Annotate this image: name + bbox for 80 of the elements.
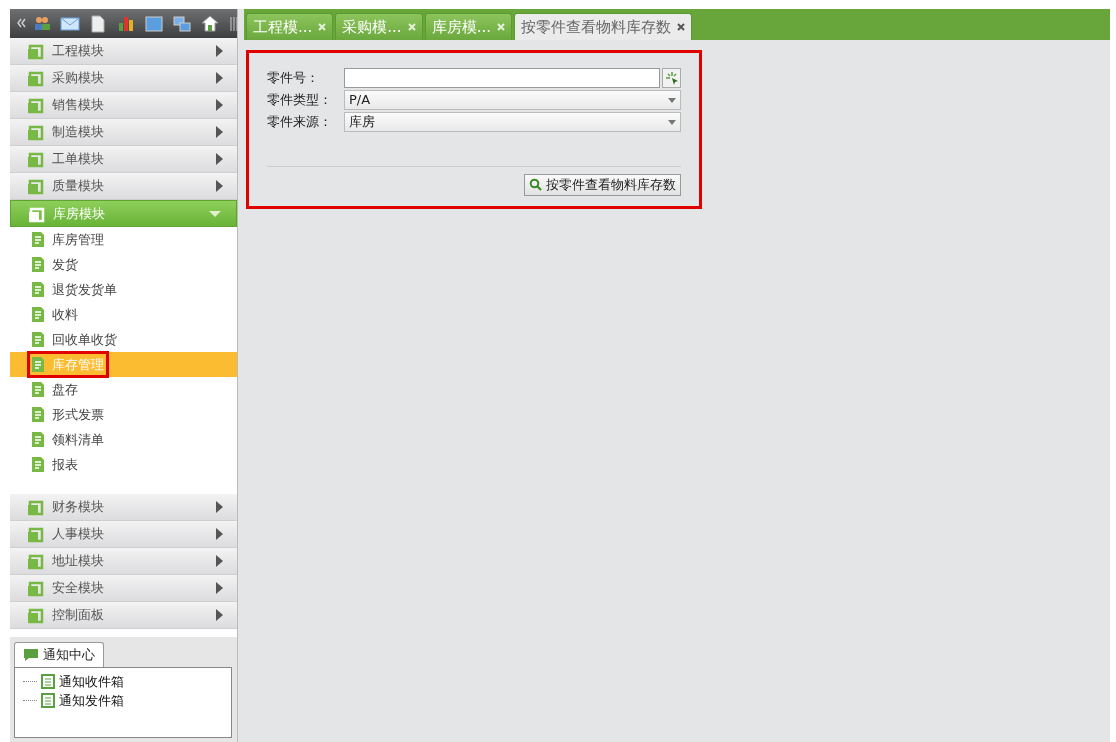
- module-icon: [26, 123, 44, 141]
- page-icon: [30, 406, 46, 423]
- module-icon: [26, 552, 44, 570]
- module-icon: [26, 150, 44, 168]
- module-icon: [26, 177, 44, 195]
- page-icon: [30, 431, 46, 448]
- home-icon: [200, 13, 220, 34]
- picker-button[interactable]: [662, 68, 681, 88]
- field-label: 零件号：: [267, 69, 320, 88]
- field-label: 零件类型：: [267, 91, 333, 110]
- sidebar-item[interactable]: 回收单收货: [10, 327, 237, 352]
- expand-arrow-icon: [216, 582, 223, 594]
- dropdown-caret-icon: [668, 97, 676, 103]
- module-header[interactable]: 地址模块: [10, 548, 237, 575]
- expand-arrow-icon: [216, 126, 223, 138]
- document-icon: [88, 13, 108, 34]
- expand-arrow-icon: [216, 72, 223, 84]
- close-icon: [676, 23, 685, 31]
- module-icon: [26, 69, 44, 87]
- input-field[interactable]: [344, 68, 660, 88]
- expand-arrow-icon: [216, 555, 223, 567]
- notification-folder[interactable]: 通知收件箱: [23, 671, 223, 691]
- module-header[interactable]: 人事模块: [10, 521, 237, 548]
- module-header[interactable]: 财务模块: [10, 494, 237, 521]
- speech-bubble-icon: [23, 647, 39, 662]
- windows-icon: [172, 13, 192, 34]
- module-header[interactable]: 质量模块: [10, 173, 237, 200]
- module-header[interactable]: 工单模块: [10, 146, 237, 173]
- expand-arrow-icon: [216, 153, 223, 165]
- expand-arrow-icon: [216, 609, 223, 621]
- sidebar-item[interactable]: 盘存: [10, 377, 237, 402]
- dropdown-caret-icon: [668, 119, 676, 125]
- close-icon: [496, 23, 505, 31]
- field-label: 零件来源：: [267, 113, 333, 132]
- expand-arrow-icon: [216, 99, 223, 111]
- cursor-icon: [664, 71, 679, 85]
- close-icon: [407, 23, 416, 31]
- page-icon: [30, 281, 46, 298]
- collapse-arrow-icon: [208, 209, 222, 218]
- sidebar-item[interactable]: 领料清单: [10, 427, 237, 452]
- page-icon: [41, 692, 55, 708]
- module-header[interactable]: 销售模块: [10, 92, 237, 119]
- page-icon: [30, 456, 46, 473]
- search-icon: [529, 178, 542, 192]
- sidebar-item[interactable]: 报表: [10, 452, 237, 477]
- tab[interactable]: 按零件查看物料库存数: [513, 13, 692, 40]
- page-icon: [30, 381, 46, 398]
- module-icon: [26, 96, 44, 114]
- module-header[interactable]: 安全模块: [10, 575, 237, 602]
- dropdown-field[interactable]: P/A: [344, 90, 681, 110]
- page-icon: [30, 331, 46, 348]
- page-icon: [30, 256, 46, 273]
- sidebar-item[interactable]: 库房管理: [10, 227, 237, 252]
- sidebar-item[interactable]: 收料: [10, 302, 237, 327]
- notification-folder[interactable]: 通知发件箱: [23, 690, 223, 710]
- close-icon: [318, 23, 327, 31]
- module-header[interactable]: 制造模块: [10, 119, 237, 146]
- notification-tab[interactable]: 通知中心: [14, 642, 104, 667]
- module-icon: [26, 579, 44, 597]
- page-icon: [30, 306, 46, 323]
- module-header[interactable]: 控制面板: [10, 602, 237, 629]
- expand-arrow-icon: [216, 180, 223, 192]
- dropdown-field[interactable]: 库房: [344, 112, 681, 132]
- page-icon: [41, 673, 55, 689]
- page-icon: [30, 231, 46, 248]
- expand-arrow-icon: [216, 501, 223, 513]
- module-header[interactable]: 采购模块: [10, 65, 237, 92]
- expand-arrow-icon: [216, 528, 223, 540]
- module-icon: [26, 525, 44, 543]
- sidebar-item[interactable]: 发货: [10, 252, 237, 277]
- page-icon: [30, 356, 46, 373]
- expand-arrow-icon: [216, 45, 223, 57]
- module-icon: [26, 42, 44, 60]
- module-icon: [26, 606, 44, 624]
- module-icon: [26, 498, 44, 516]
- sidebar-item[interactable]: 形式发票: [10, 402, 237, 427]
- sidebar-item[interactable]: 退货发货单: [10, 277, 237, 302]
- module-header[interactable]: 工程模块: [10, 38, 237, 65]
- window-icon: [144, 13, 164, 34]
- search-button[interactable]: 按零件查看物料库存数: [524, 174, 681, 196]
